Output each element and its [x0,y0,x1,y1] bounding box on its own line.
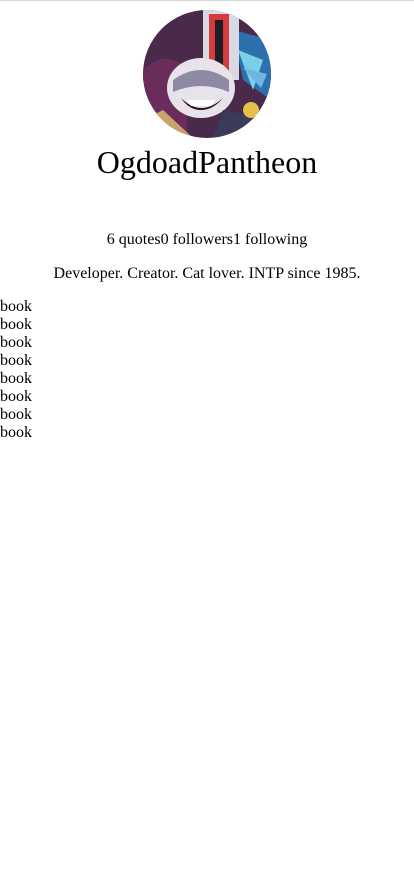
book-list-item[interactable]: book [0,298,414,316]
profile-bio: Developer. Creator. Cat lover. INTP sinc… [53,265,361,282]
book-list-item[interactable]: book [0,370,414,388]
avatar-image-icon [143,10,271,138]
avatar[interactable] [143,10,271,138]
book-list-item[interactable]: book [0,424,414,442]
profile-header: OgdoadPantheon 6 quotes0 followers1 foll… [0,10,414,284]
book-list-item[interactable]: book [0,406,414,424]
username: OgdoadPantheon [96,144,318,180]
followers-count[interactable]: 0 followers [161,231,233,248]
book-list: book book book book book book book book [0,298,414,442]
book-list-item[interactable]: book [0,334,414,352]
profile-stats: 6 quotes0 followers1 following [0,230,414,250]
following-count[interactable]: 1 following [233,231,307,248]
book-list-item[interactable]: book [0,388,414,406]
book-list-item[interactable]: book [0,352,414,370]
quotes-count[interactable]: 6 quotes [107,231,161,248]
book-list-item[interactable]: book [0,316,414,334]
top-divider [0,0,414,1]
